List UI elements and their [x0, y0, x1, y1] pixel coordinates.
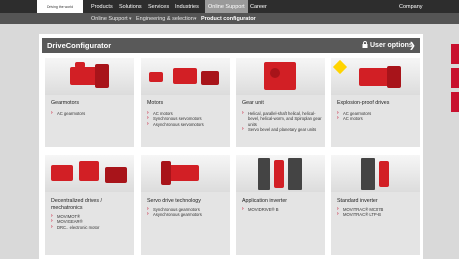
card-title: Gear unit: [242, 100, 264, 106]
nav-career[interactable]: Career: [247, 0, 270, 13]
card-title: Servo drive technology: [147, 198, 201, 204]
card-explosion-proof-drives[interactable]: Explosion-proof drives AC gearmotors AC …: [331, 58, 420, 147]
lock-icon: [362, 41, 368, 50]
user-options-label: User options: [370, 42, 413, 49]
explosion-proof-image: [331, 58, 420, 95]
card-title: Explosion-proof drives: [337, 100, 390, 106]
nav-company[interactable]: Company: [396, 0, 426, 13]
breadcrumb-engineering-selection[interactable]: Engineering & selection: [136, 13, 194, 24]
card-link[interactable]: Helical, parallel-shaft helical, helical…: [242, 111, 324, 127]
servo-drive-image: [141, 155, 230, 192]
breadcrumb-separator-icon: ▾: [194, 15, 197, 22]
card-decentralized-drives[interactable]: Decentralized drives / mechatronics MOVI…: [45, 155, 134, 255]
card-link[interactable]: AC motors: [337, 116, 419, 122]
card-title: Motors: [147, 100, 164, 106]
card-title: Application inverter: [242, 198, 288, 204]
card-link[interactable]: DRC.. electronic motor: [51, 225, 133, 231]
gear-unit-image: [236, 58, 325, 95]
card-link[interactable]: MOVITRAC® LTP-B: [337, 212, 419, 218]
card-link[interactable]: Asynchronous servomotors: [147, 122, 229, 128]
card-motors[interactable]: Motors AC motors Synchronous servomotors…: [141, 58, 230, 147]
card-application-inverter[interactable]: Application inverter MOVIDRIVE® B: [236, 155, 325, 255]
motors-image: [141, 58, 230, 95]
card-gearmotors[interactable]: Gearmotors AC gearmotors: [45, 58, 134, 147]
card-gear-unit[interactable]: Gear unit Helical, parallel-shaft helica…: [236, 58, 325, 147]
card-link[interactable]: AC gearmotors: [51, 111, 133, 117]
gearmotor-image: [45, 58, 134, 95]
ex-warning-icon: [332, 59, 348, 75]
company-logo[interactable]: Driving the world: [37, 0, 83, 13]
card-title: Gearmotors: [51, 100, 79, 106]
card-link[interactable]: MOVIDRIVE® B: [242, 207, 324, 213]
nav-online-support[interactable]: Online Support: [205, 0, 248, 13]
side-tab-print[interactable]: [451, 92, 459, 112]
user-options-button[interactable]: User options: [362, 38, 413, 53]
card-link[interactable]: Servo bevel and planetary gear units: [242, 127, 324, 133]
card-title: Standard inverter: [337, 198, 378, 204]
nav-solutions[interactable]: Solutions: [116, 0, 145, 13]
nav-industries[interactable]: Industries: [172, 0, 202, 13]
nav-services[interactable]: Services: [145, 0, 172, 13]
card-servo-drive-technology[interactable]: Servo drive technology Synchronous gearm…: [141, 155, 230, 255]
nav-products[interactable]: Products: [88, 0, 116, 13]
breadcrumb-online-support[interactable]: Online Support: [91, 13, 128, 24]
card-title: Decentralized drives / mechatronics: [51, 198, 102, 211]
breadcrumb-separator-icon: ▾: [129, 15, 132, 22]
card-standard-inverter[interactable]: Standard inverter MOVITRAC® MC07B MOVITR…: [331, 155, 420, 255]
application-inverter-image: [236, 155, 325, 192]
page-title: DriveConfigurator: [47, 41, 112, 50]
collapse-arrow-icon[interactable]: ❯: [409, 38, 416, 53]
side-tab-contact[interactable]: [451, 44, 459, 64]
standard-inverter-image: [331, 155, 420, 192]
card-link[interactable]: Asynchronous gearmotors: [147, 212, 229, 218]
breadcrumb-product-configurator: Product configurator: [201, 15, 256, 22]
decentralized-drives-image: [45, 155, 134, 192]
side-tab-feedback[interactable]: [451, 68, 459, 88]
